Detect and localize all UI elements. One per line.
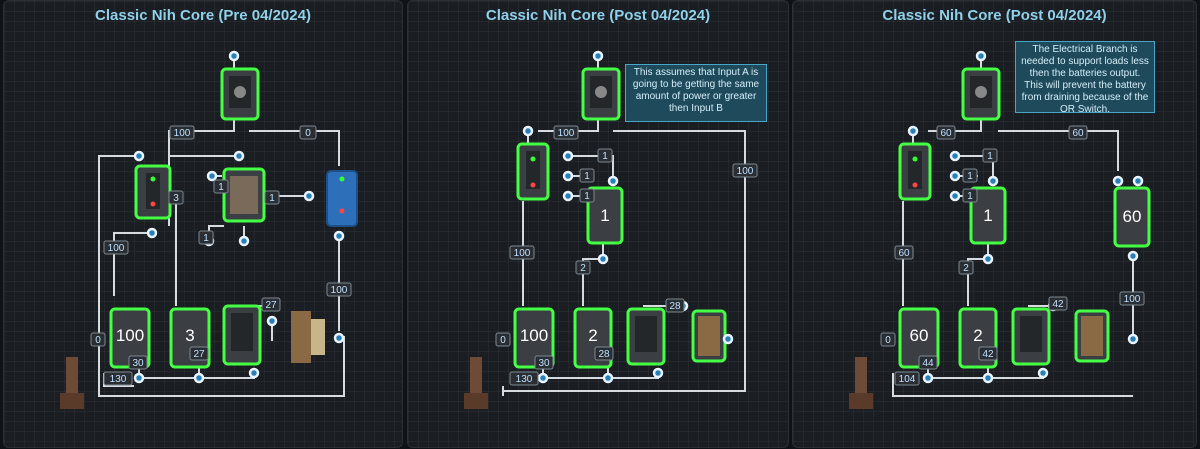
svg-text:3: 3 [173,193,179,204]
battery-value: 1 [600,206,609,225]
power-device-bottom[interactable] [626,307,666,366]
svg-text:1: 1 [987,151,993,162]
svg-text:42: 42 [1052,299,1064,310]
battery-value: 1 [983,206,992,225]
svg-text:27: 27 [193,349,205,360]
svg-text:1: 1 [269,193,275,204]
power-device-top[interactable] [220,67,260,121]
svg-text:100: 100 [108,243,125,254]
svg-text:60: 60 [1072,128,1084,139]
transformer-icon[interactable] [1074,309,1110,363]
svg-text:130: 130 [516,374,533,385]
diagram-panel-3: Classic Nih Core (Post 04/2024) The Elec… [792,0,1197,448]
svg-text:60: 60 [898,248,910,259]
battery-value: 2 [588,326,597,345]
battery-value: 100 [520,326,548,345]
svg-text:2: 2 [580,263,586,274]
svg-text:1: 1 [602,151,608,162]
rusty-device-center[interactable] [222,167,266,223]
wind-turbine-icon [464,357,488,409]
battery-value: 60 [1123,207,1142,226]
transformer-icon [291,311,325,363]
svg-text:100: 100 [737,166,754,177]
svg-text:30: 30 [132,358,144,369]
svg-text:60: 60 [940,128,952,139]
circuit-diagram: 1 100 2 100 1 1 1 100 100 2 28 30 28 0 1… [464,50,758,409]
svg-text:0: 0 [305,128,311,139]
svg-text:44: 44 [922,358,934,369]
diagram-panel-1: Classic Nih Core (Pre 04/2024) 100 3 100… [3,0,403,448]
svg-text:28: 28 [598,349,610,360]
svg-text:1: 1 [967,171,973,182]
wind-turbine-icon [849,357,873,409]
power-device-top[interactable] [961,67,1001,121]
blue-switch[interactable] [326,170,358,227]
svg-text:1: 1 [203,233,209,244]
svg-text:1: 1 [967,191,973,202]
svg-text:104: 104 [899,374,916,385]
power-device-top[interactable] [581,67,621,121]
transformer-icon[interactable] [691,309,727,363]
power-device-bottom[interactable] [222,304,262,366]
or-switch-left[interactable] [134,164,172,220]
svg-text:2: 2 [963,263,969,274]
svg-text:1: 1 [218,182,224,193]
circuit-diagram: 100 3 100 0 3 1 1 1 100 100 27 30 27 0 1… [60,50,358,409]
battery-value: 60 [910,326,929,345]
svg-text:100: 100 [1124,294,1141,305]
or-switch-left[interactable] [516,142,550,201]
power-device-bottom[interactable] [1011,307,1051,366]
svg-text:0: 0 [500,335,506,346]
svg-text:42: 42 [982,349,994,360]
svg-text:100: 100 [174,128,191,139]
svg-text:0: 0 [95,335,101,346]
svg-text:28: 28 [669,301,681,312]
battery-value: 2 [973,326,982,345]
diagram-panel-2: Classic Nih Core (Post 04/2024) This ass… [407,0,789,448]
svg-text:0: 0 [885,335,891,346]
svg-text:27: 27 [265,300,277,311]
svg-text:30: 30 [538,358,550,369]
or-switch-left[interactable] [898,142,932,201]
battery-value: 3 [185,326,194,345]
wind-turbine-icon [60,357,84,409]
battery-value: 100 [116,326,144,345]
battery-60-right[interactable]: 60 [1113,186,1151,248]
svg-text:100: 100 [558,128,575,139]
svg-text:1: 1 [584,171,590,182]
svg-text:100: 100 [331,285,348,296]
svg-text:130: 130 [110,374,127,385]
svg-text:1: 1 [584,191,590,202]
svg-text:100: 100 [514,248,531,259]
circuit-diagram: 1 60 60 2 60 60 1 1 1 60 2 100 42 44 42 … [849,50,1151,409]
